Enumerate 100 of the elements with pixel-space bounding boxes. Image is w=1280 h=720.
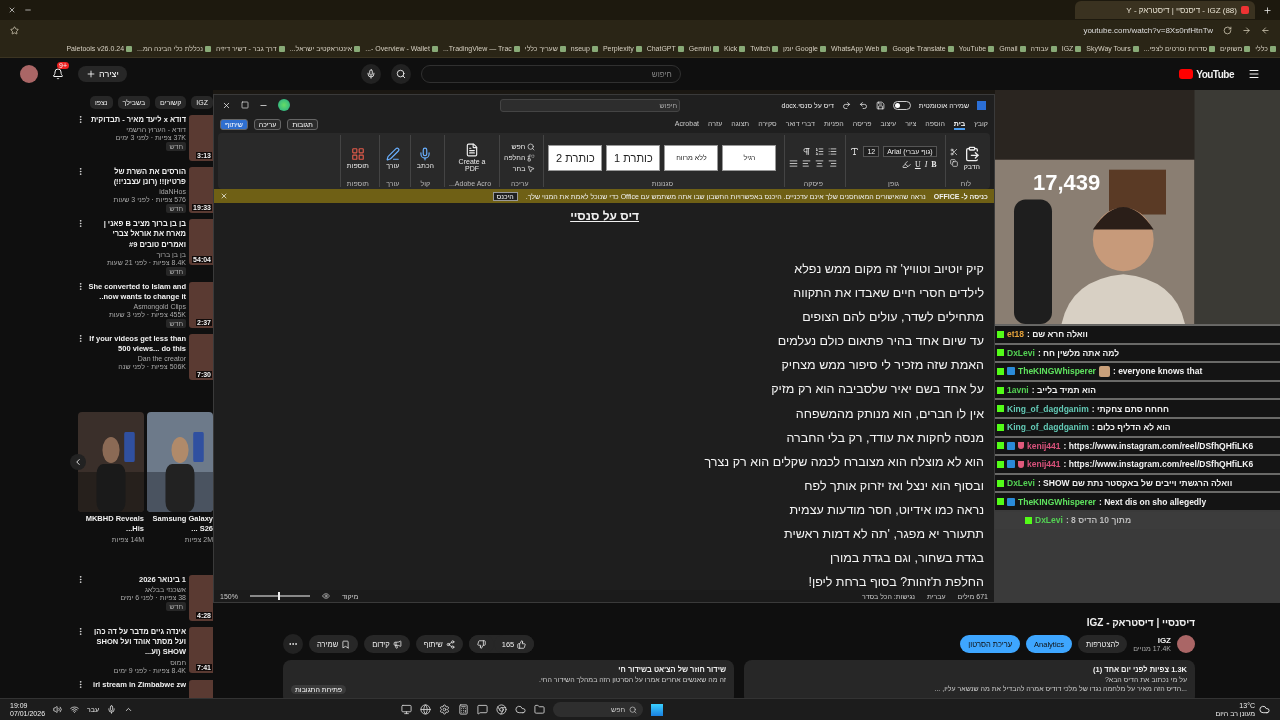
kick-icon <box>997 405 1004 413</box>
search-icon <box>629 705 638 714</box>
zoom-slider-thumb[interactable] <box>277 592 280 600</box>
favicon-icon <box>1241 6 1249 14</box>
windows-icon[interactable] <box>651 703 664 716</box>
forward-icon[interactable] <box>1242 25 1251 35</box>
numbered-list-icon[interactable] <box>815 147 825 156</box>
chat-username: DxLevi <box>1007 478 1035 489</box>
document-line: הוא לא מוצלח הוא מצוברח לכמה שקלים הוא רק נצרך <box>704 453 984 471</box>
plus-icon <box>86 69 96 79</box>
more-icon[interactable] <box>76 281 85 291</box>
chevron-up-icon[interactable] <box>124 705 134 714</box>
align-left-icon[interactable] <box>802 159 812 168</box>
youtube-logo[interactable]: YouTube <box>1179 68 1234 80</box>
search-button[interactable] <box>390 64 411 84</box>
copy-icon[interactable] <box>949 159 958 167</box>
channel-name[interactable]: IGZ <box>1133 636 1171 645</box>
highlighter-icon[interactable] <box>901 160 911 169</box>
bell-icon[interactable] <box>52 68 64 80</box>
more-button[interactable] <box>283 634 303 654</box>
browser-tab[interactable]: (88) IGZ - דיסנסיי | דיסטראק - Y <box>1075 1 1255 19</box>
favicon-icon <box>881 45 888 52</box>
more-icon[interactable] <box>76 333 85 343</box>
more-icon[interactable] <box>76 115 85 124</box>
favicon-icon <box>513 45 520 52</box>
chrome-icon[interactable] <box>496 704 508 715</box>
new-tab-icon[interactable] <box>1263 5 1272 15</box>
avatar[interactable] <box>20 65 38 83</box>
favicon-icon <box>1050 45 1057 52</box>
chat-icon[interactable] <box>477 704 489 715</box>
justify-icon[interactable] <box>789 159 799 168</box>
star-icon[interactable] <box>10 25 19 35</box>
bookmark-icon <box>341 639 351 649</box>
address-bar[interactable]: youtube.com/watch?v=8Xs0nfHtnTw <box>1083 25 1213 35</box>
megaphone-icon <box>392 639 402 649</box>
format-button[interactable]: U <box>914 160 921 169</box>
font-size-icon[interactable] <box>850 147 860 156</box>
kick-icon <box>997 479 1004 487</box>
close-button[interactable] <box>220 192 228 200</box>
cloud-icon[interactable] <box>515 704 527 715</box>
chat-username: et18 <box>1007 329 1024 340</box>
kick-icon <box>997 386 1004 394</box>
settings-icon[interactable] <box>439 704 451 715</box>
favicon-icon <box>1019 45 1026 52</box>
favicon-icon <box>739 45 746 52</box>
channel-avatar[interactable] <box>1177 635 1195 653</box>
bullet-list-icon[interactable] <box>828 147 838 156</box>
read-mode-icon[interactable] <box>321 592 330 600</box>
more-icon[interactable] <box>76 575 85 585</box>
chat-username: TheKINGWhisperer <box>1018 496 1096 507</box>
back-icon[interactable] <box>1261 25 1270 35</box>
document-line: על אחד בשם יאיר שלסביבה הוא רק מזיק <box>771 381 984 399</box>
undo-icon[interactable] <box>858 100 868 110</box>
calculator-icon[interactable] <box>458 704 470 715</box>
search-field[interactable]: חיפוש <box>420 65 681 83</box>
close-icon[interactable] <box>8 6 16 14</box>
share-icon <box>445 639 455 649</box>
monitor-icon[interactable] <box>401 704 413 715</box>
document-line: מתחילים לשדר, עולים להם הצופים <box>802 309 984 327</box>
search-icon <box>527 142 536 151</box>
chat-text: : מתוך 10 הדיס 8 <box>1065 515 1132 526</box>
previous-button[interactable] <box>70 453 86 470</box>
favicon-icon <box>354 45 361 52</box>
document-line: עד שיום אחד בהיר פתאום כולם נעלמים <box>777 333 984 351</box>
format-button[interactable]: B <box>931 160 937 169</box>
wifi-icon[interactable] <box>70 705 80 714</box>
more-icon[interactable] <box>76 167 85 176</box>
menu-icon[interactable] <box>1248 68 1260 80</box>
speaker-icon[interactable] <box>53 705 63 714</box>
format-button[interactable]: I <box>924 160 928 169</box>
chevron-left-icon <box>73 456 83 467</box>
chat-username: DxLevi <box>1007 347 1035 358</box>
align-center-icon[interactable] <box>815 159 825 168</box>
cut-icon[interactable] <box>949 148 958 156</box>
chat-text: : הוא לא הדליף כלום <box>1091 422 1171 433</box>
favicon-icon <box>677 45 684 52</box>
align-right-icon[interactable] <box>828 159 838 168</box>
favicon-icon <box>635 45 642 52</box>
close-icon[interactable] <box>222 100 231 110</box>
favicon-icon <box>713 45 719 52</box>
mic-icon[interactable] <box>107 705 117 714</box>
search-icon <box>395 69 406 79</box>
create-button[interactable]: יצירה <box>78 66 127 82</box>
redo-icon[interactable] <box>841 100 851 110</box>
folder-icon[interactable] <box>534 704 546 715</box>
style-option[interactable]: כותרת 1 <box>606 144 661 171</box>
globe-icon[interactable] <box>420 704 432 715</box>
pilcrow-icon[interactable] <box>802 147 812 156</box>
more-icon[interactable] <box>76 679 85 689</box>
more-icon[interactable] <box>76 627 85 637</box>
save-icon[interactable] <box>875 100 885 110</box>
favicon-icon <box>1132 45 1139 52</box>
reload-icon[interactable] <box>1223 25 1232 35</box>
style-option[interactable]: כותרת 2 <box>548 144 603 171</box>
chat-text: : everyone knows that <box>1112 366 1203 377</box>
kick-icon <box>997 460 1004 468</box>
copilot-icon[interactable] <box>278 99 290 111</box>
mic-button[interactable] <box>360 64 381 84</box>
maximize-icon[interactable] <box>241 101 249 109</box>
more-icon[interactable] <box>76 219 85 229</box>
